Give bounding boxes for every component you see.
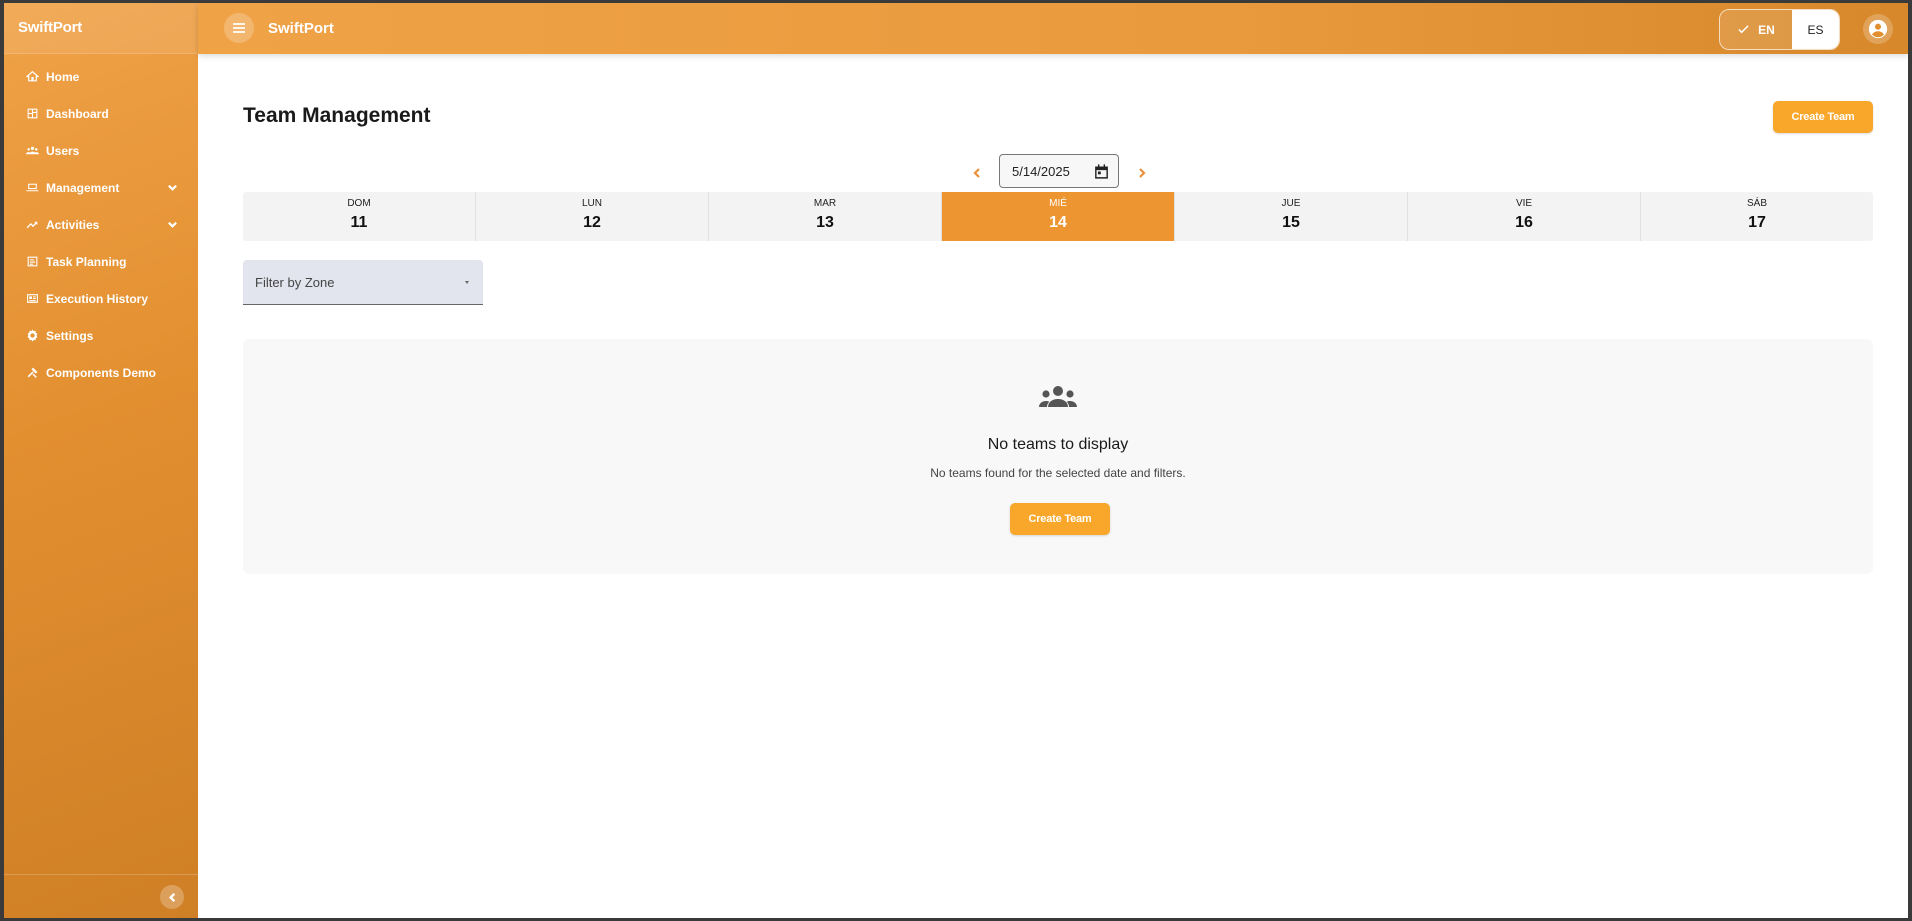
sidebar-item-label: Home <box>46 69 80 84</box>
empty-state-title: No teams to display <box>987 436 1129 453</box>
sidebar-brand: SwiftPort <box>4 3 198 54</box>
day-number: 13 <box>816 214 834 231</box>
chevron-left-icon <box>973 168 980 178</box>
day-cell-thu[interactable]: JUE 15 <box>1175 192 1408 241</box>
sidebar-item-users[interactable]: Users <box>4 132 198 169</box>
day-number: 14 <box>1049 214 1067 231</box>
chevron-down-icon <box>167 219 178 233</box>
chevron-right-icon <box>1139 168 1146 178</box>
day-name: DOM <box>347 198 371 209</box>
sidebar: SwiftPort Home Dashboard Users Managemen… <box>4 3 198 918</box>
lang-es-label: ES <box>1807 22 1824 37</box>
sidebar-item-task-planning[interactable]: Task Planning <box>4 243 198 280</box>
sidebar-item-label: Settings <box>46 328 94 343</box>
sidebar-item-dashboard[interactable]: Dashboard <box>4 95 198 132</box>
lang-es-button[interactable]: ES <box>1792 10 1839 49</box>
lang-en-label: EN <box>1758 22 1775 37</box>
history-icon <box>25 292 39 306</box>
day-name: MAR <box>813 198 837 209</box>
app-title: SwiftPort <box>268 20 334 37</box>
group-icon <box>1039 386 1077 407</box>
top-bar: SwiftPort EN ES <box>198 3 1908 54</box>
date-value: 5/14/2025 <box>1012 163 1070 179</box>
day-name: MIÉ <box>1049 198 1067 209</box>
date-picker-input[interactable]: 5/14/2025 <box>999 154 1119 188</box>
menu-toggle-button[interactable] <box>224 13 254 43</box>
sidebar-item-execution-history[interactable]: Execution History <box>4 280 198 317</box>
calendar-icon[interactable] <box>1093 163 1110 180</box>
day-cell-mon[interactable]: LUN 12 <box>476 192 709 241</box>
sidebar-item-label: Users <box>46 143 80 158</box>
day-number: 12 <box>583 214 601 231</box>
users-icon <box>25 144 39 158</box>
previous-week-button[interactable] <box>970 166 984 180</box>
day-name: JUE <box>1281 198 1301 209</box>
sidebar-item-label: Task Planning <box>46 254 127 269</box>
zone-filter-select[interactable]: Filter by Zone <box>243 260 483 305</box>
sidebar-item-label: Execution History <box>46 291 149 306</box>
day-number: 11 <box>350 214 368 231</box>
day-cell-tue[interactable]: MAR 13 <box>709 192 942 241</box>
day-number: 17 <box>1748 214 1766 231</box>
create-team-button[interactable]: Create Team <box>1773 101 1873 133</box>
lang-en-button[interactable]: EN <box>1720 10 1792 49</box>
empty-state-subtitle: No teams found for the selected date and… <box>930 466 1186 480</box>
day-cell-sun[interactable]: DOM 11 <box>243 192 476 241</box>
sidebar-footer <box>4 874 198 918</box>
task-icon <box>25 255 39 269</box>
sidebar-item-activities[interactable]: Activities <box>4 206 198 243</box>
chevron-down-icon <box>167 182 178 196</box>
week-day-selector: DOM 11 LUN 12 MAR 13 MIÉ 14 JUE 15 VIE 1… <box>243 192 1873 241</box>
account-button[interactable] <box>1863 14 1893 44</box>
sidebar-collapse-button[interactable] <box>160 885 184 909</box>
sidebar-item-label: Activities <box>46 217 100 232</box>
day-name: LUN <box>581 198 602 209</box>
trending-icon <box>25 218 39 232</box>
day-name: VIE <box>1515 198 1533 209</box>
check-icon <box>1738 25 1749 34</box>
zone-filter-label: Filter by Zone <box>255 274 335 290</box>
hamburger-icon <box>233 23 245 33</box>
tools-icon <box>25 366 39 380</box>
language-toggle: EN ES <box>1719 9 1840 50</box>
sidebar-item-label: Management <box>46 180 120 195</box>
sidebar-nav: Home Dashboard Users Management Activiti… <box>4 54 198 391</box>
sidebar-item-label: Components Demo <box>46 365 157 380</box>
day-name: SÁB <box>1746 198 1767 209</box>
day-cell-sat[interactable]: SÁB 17 <box>1641 192 1873 241</box>
laptop-icon <box>25 181 39 195</box>
empty-state: No teams to display No teams found for t… <box>243 339 1873 574</box>
sidebar-item-settings[interactable]: Settings <box>4 317 198 354</box>
chevron-left-icon <box>168 892 175 902</box>
page-title: Team Management <box>243 104 431 127</box>
home-icon <box>25 70 39 84</box>
day-number: 16 <box>1515 214 1533 231</box>
dashboard-icon <box>25 107 39 121</box>
sidebar-item-components-demo[interactable]: Components Demo <box>4 354 198 391</box>
sidebar-item-management[interactable]: Management <box>4 169 198 206</box>
day-cell-fri[interactable]: VIE 16 <box>1408 192 1641 241</box>
gear-icon <box>25 329 39 343</box>
day-cell-wed-selected[interactable]: MIÉ 14 <box>942 192 1175 241</box>
account-circle-icon <box>1868 19 1888 39</box>
dropdown-arrow-icon <box>465 281 469 284</box>
sidebar-item-label: Dashboard <box>46 106 109 121</box>
day-number: 15 <box>1282 214 1300 231</box>
app-window: SwiftPort Home Dashboard Users Managemen… <box>4 3 1908 918</box>
empty-create-team-button[interactable]: Create Team <box>1010 503 1110 535</box>
sidebar-item-home[interactable]: Home <box>4 58 198 95</box>
next-week-button[interactable] <box>1135 166 1149 180</box>
